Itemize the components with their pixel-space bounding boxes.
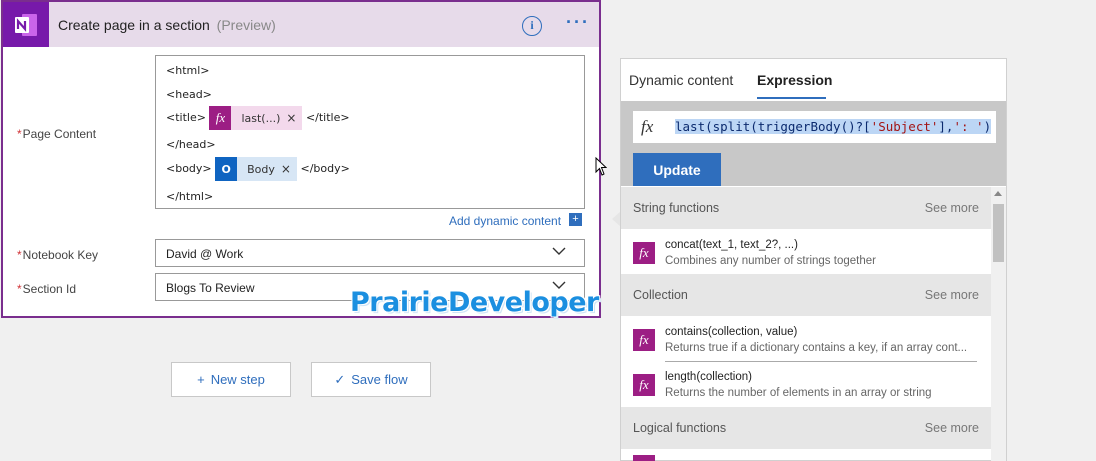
chevron-down-icon bbox=[552, 247, 566, 255]
fx-icon: fx bbox=[641, 117, 654, 136]
new-step-button[interactable]: + New step bbox=[171, 362, 291, 397]
dynamic-content-panel: Dynamic content Expression fx last(split… bbox=[620, 58, 1007, 461]
function-desc: Returns the number of elements in an arr… bbox=[665, 387, 932, 399]
code-line: <body> O Body × </body> bbox=[166, 157, 350, 181]
function-item[interactable] bbox=[621, 451, 991, 461]
section-string-functions: String functions See more bbox=[621, 187, 991, 229]
fx-icon: fx bbox=[633, 374, 655, 396]
code-line: <title> fx last(...) × </title> bbox=[166, 106, 350, 130]
section-collection: Collection See more bbox=[621, 274, 991, 316]
onenote-logo-icon bbox=[3, 2, 49, 47]
function-name: length(collection) bbox=[665, 371, 752, 383]
section-title: Logical functions bbox=[633, 421, 727, 435]
scrollbar-thumb[interactable] bbox=[993, 204, 1004, 262]
function-desc: Combines any number of strings together bbox=[665, 255, 876, 267]
page-content-editor[interactable]: <html> <head> <title> fx last(...) × </t… bbox=[155, 55, 585, 209]
code-line: <html> bbox=[166, 64, 210, 77]
section-title: Collection bbox=[633, 288, 688, 302]
fx-icon: fx bbox=[633, 329, 655, 351]
ellipsis-icon[interactable]: ··· bbox=[566, 12, 590, 33]
expression-token-label: last(...) bbox=[241, 111, 281, 125]
add-dynamic-plus-icon[interactable]: + bbox=[569, 213, 582, 226]
section-id-label: *Section Id bbox=[17, 282, 77, 296]
outlook-icon: O bbox=[215, 157, 238, 181]
info-icon[interactable]: i bbox=[522, 16, 542, 36]
card-header[interactable]: Create page in a section (Preview) i ··· bbox=[3, 2, 599, 47]
code-line: <head> bbox=[166, 88, 212, 101]
notebook-key-label: *Notebook Key bbox=[17, 248, 99, 262]
tab-dynamic-content[interactable]: Dynamic content bbox=[629, 72, 733, 88]
active-tab-indicator bbox=[757, 97, 826, 99]
function-item[interactable]: fx length(collection) Returns the number… bbox=[621, 362, 991, 406]
add-dynamic-content-link[interactable]: Add dynamic content bbox=[449, 214, 561, 228]
notebook-key-dropdown[interactable]: David @ Work bbox=[155, 239, 585, 267]
see-more-link[interactable]: See more bbox=[925, 201, 979, 215]
preview-label: (Preview) bbox=[216, 17, 276, 33]
body-token-label: Body bbox=[247, 162, 275, 176]
update-button[interactable]: Update bbox=[633, 153, 721, 186]
scroll-up-arrow-icon[interactable] bbox=[994, 191, 1002, 196]
code-line: </html> bbox=[166, 190, 214, 203]
function-item[interactable]: fx concat(text_1, text_2?, ...) Combines… bbox=[621, 230, 991, 274]
section-title: String functions bbox=[633, 201, 720, 215]
expression-text[interactable]: last(split(triggerBody()?['Subject'],': … bbox=[675, 119, 992, 134]
section-logical-functions: Logical functions See more bbox=[621, 407, 991, 449]
expression-input[interactable]: fx last(split(triggerBody()?['Subject'],… bbox=[633, 111, 996, 143]
function-desc: Returns true if a dictionary contains a … bbox=[665, 342, 968, 354]
function-name: concat(text_1, text_2?, ...) bbox=[665, 239, 798, 251]
panel-scrollbar[interactable] bbox=[991, 187, 1006, 461]
action-card: Create page in a section (Preview) i ···… bbox=[1, 0, 601, 318]
section-id-value: Blogs To Review bbox=[166, 281, 255, 295]
card-title-text: Create page in a section bbox=[58, 17, 210, 33]
see-more-link[interactable]: See more bbox=[925, 288, 979, 302]
plus-icon: + bbox=[197, 372, 205, 387]
notebook-key-value: David @ Work bbox=[166, 247, 244, 261]
see-more-link[interactable]: See more bbox=[925, 421, 979, 435]
save-flow-label: Save flow bbox=[351, 372, 408, 387]
code-line: </head> bbox=[166, 138, 216, 151]
watermark-logo: PrairieDeveloper bbox=[350, 287, 599, 318]
save-flow-button[interactable]: ✓ Save flow bbox=[311, 362, 431, 397]
fx-icon: fx bbox=[209, 106, 232, 130]
remove-token-icon[interactable]: × bbox=[286, 111, 302, 125]
fx-icon: fx bbox=[633, 242, 655, 264]
fx-icon bbox=[633, 455, 655, 461]
page-content-label: *Page Content bbox=[17, 127, 97, 141]
tab-expression[interactable]: Expression bbox=[757, 72, 832, 88]
expression-token[interactable]: fx last(...) × bbox=[209, 106, 303, 130]
expression-area: fx last(split(triggerBody()?['Subject'],… bbox=[621, 101, 1006, 186]
body-token[interactable]: O Body × bbox=[215, 157, 297, 181]
mouse-cursor-icon bbox=[595, 157, 607, 176]
function-name: contains(collection, value) bbox=[665, 326, 798, 338]
remove-token-icon[interactable]: × bbox=[281, 162, 297, 176]
function-item[interactable]: fx contains(collection, value) Returns t… bbox=[621, 317, 991, 361]
new-step-label: New step bbox=[210, 372, 265, 387]
card-title: Create page in a section (Preview) bbox=[58, 17, 276, 33]
check-icon: ✓ bbox=[334, 371, 346, 387]
